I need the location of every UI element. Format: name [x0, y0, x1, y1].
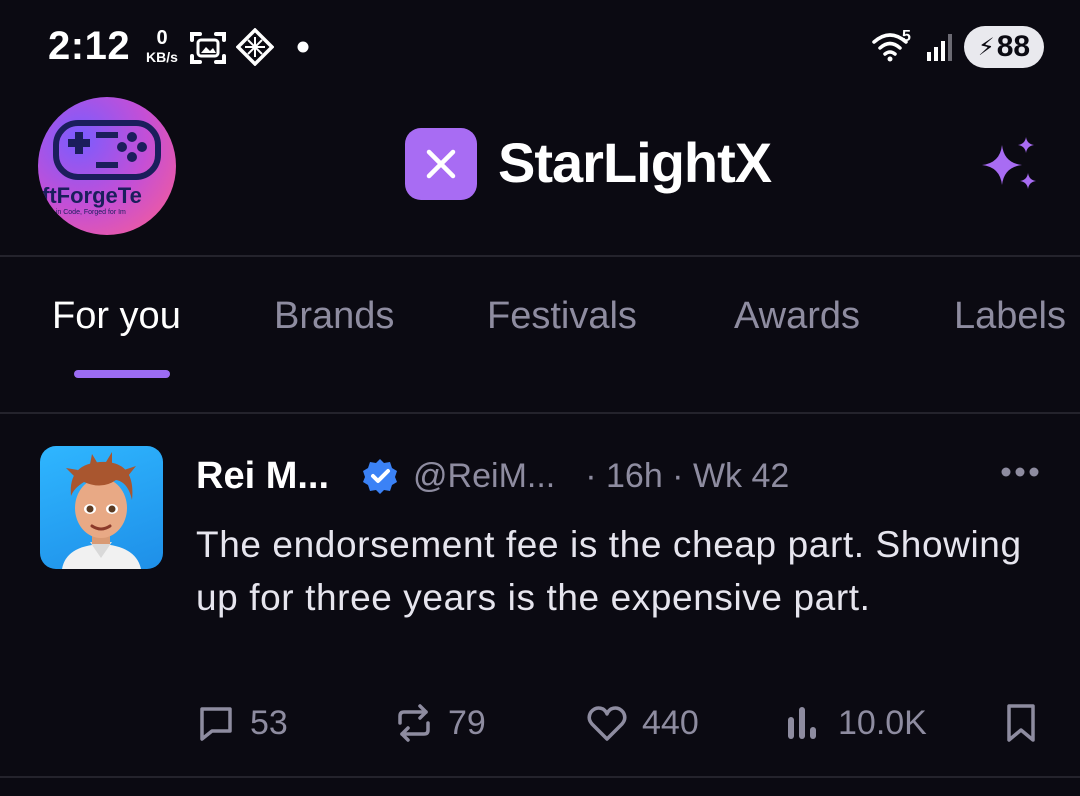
tab-brands[interactable]: Brands [274, 295, 394, 338]
bookmark-icon [1007, 704, 1035, 742]
gamepad-logo-icon [53, 120, 161, 180]
profile-avatar[interactable]: ftForgeTe e in Code, Forged for Im [38, 97, 176, 235]
network-speed-value: 0 [156, 27, 168, 49]
dot-icon [297, 41, 309, 53]
heart-icon [587, 706, 627, 741]
reply-button[interactable]: 53 [196, 698, 288, 748]
post-author-handle[interactable]: @ReiM... [413, 457, 555, 496]
post-text: The endorsement fee is the cheap part. S… [196, 524, 1022, 618]
verified-badge-icon [361, 457, 399, 495]
network-speed-unit: KB/s [146, 49, 178, 65]
post[interactable]: Rei M... @ReiM... · 16h · Wk 42 The endo… [0, 414, 1080, 778]
tab-labels[interactable]: Labels [954, 295, 1066, 338]
post-meta: · 16h · Wk 42 [585, 456, 790, 495]
like-button[interactable]: 440 [586, 698, 699, 748]
tab-for-you[interactable]: For you [52, 295, 181, 338]
view-count: 10.0K [838, 703, 927, 742]
views-button[interactable]: 10.0K [784, 698, 927, 748]
repost-icon [398, 704, 430, 742]
repost-count: 79 [448, 703, 486, 742]
post-header: Rei M... @ReiM... · 16h · Wk 42 [196, 454, 789, 498]
tab-awards[interactable]: Awards [734, 295, 860, 338]
wifi-label: 5 [902, 28, 911, 45]
status-bar: 2:12 0 KB/s 5 ⚡ 88 [0, 0, 1080, 95]
more-options-icon[interactable] [1000, 464, 1040, 480]
app-logo [405, 128, 477, 200]
feed-tabs: For you Brands Festivals Awards Labels [0, 257, 1080, 414]
post-actions: 53 79 440 10.0K [0, 698, 1080, 748]
brand-logo-text: ftForgeTe [42, 183, 142, 208]
active-tab-indicator [74, 370, 170, 378]
screenshot-icon [190, 32, 226, 64]
tab-festivals[interactable]: Festivals [487, 295, 637, 338]
network-speed: 0 KB/s [140, 28, 184, 64]
battery-indicator: ⚡ 88 [964, 26, 1044, 68]
repost-button[interactable]: 79 [394, 698, 486, 748]
post-author-name[interactable]: Rei M... [196, 455, 329, 498]
cartoon-avatar-icon [62, 452, 141, 569]
views-chart-icon [788, 707, 816, 739]
battery-level: 88 [996, 30, 1031, 63]
reply-count: 53 [250, 703, 288, 742]
brand-logo-subtext: e in Code, Forged for Im [50, 209, 126, 216]
bookmark-button[interactable] [1004, 698, 1038, 748]
like-count: 440 [642, 703, 699, 742]
charging-icon: ⚡ [977, 33, 995, 61]
x-logo-icon [426, 149, 456, 179]
sparkle-icon[interactable] [980, 135, 1040, 197]
app-notification-icon [236, 28, 274, 66]
app-title: StarLightX [498, 131, 772, 194]
reply-icon [200, 707, 232, 741]
post-author-avatar[interactable] [40, 446, 163, 569]
signal-icon [927, 34, 952, 61]
app-header: ftForgeTe e in Code, Forged for Im StarL… [0, 95, 1080, 257]
status-time: 2:12 [48, 24, 131, 68]
